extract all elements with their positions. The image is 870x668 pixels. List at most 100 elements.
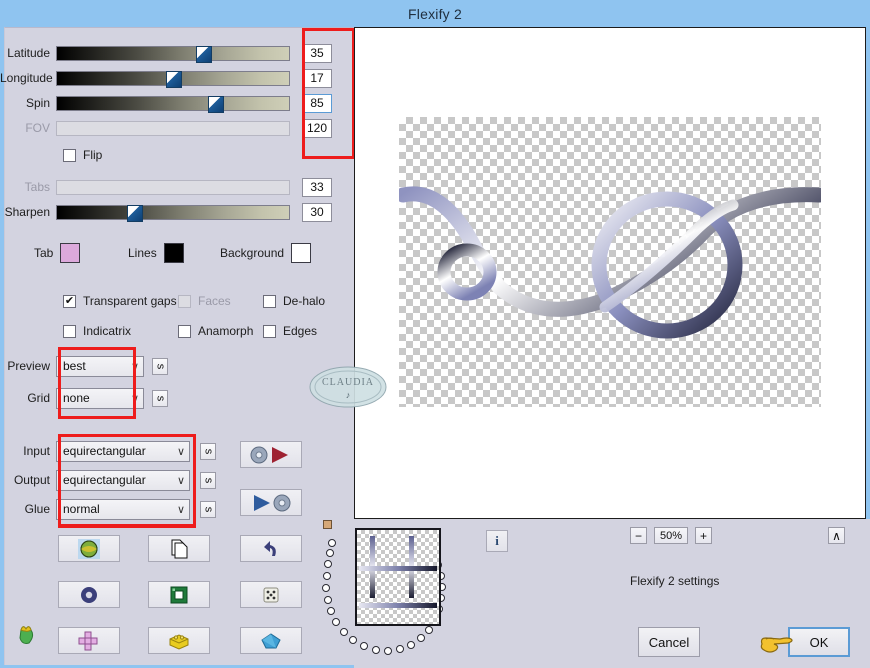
slider-value-sharpen[interactable]: 30 xyxy=(302,202,332,222)
input-s-button[interactable]: s xyxy=(200,442,216,460)
tool-brick-button[interactable] xyxy=(148,627,210,654)
checkbox-row-flip[interactable]: Flip xyxy=(63,148,102,162)
save-settings-button[interactable] xyxy=(240,489,302,516)
de-halo-label: De-halo xyxy=(283,294,326,308)
lines-color-swatch[interactable] xyxy=(163,243,184,263)
preview-select-value: best xyxy=(63,359,86,373)
tool-dice-button[interactable] xyxy=(240,581,302,608)
slider-value-longitude[interactable]: 17 xyxy=(302,68,332,88)
slider-value-spin[interactable]: 85 xyxy=(302,93,332,113)
glue-select-value: normal xyxy=(63,502,100,516)
background-color-swatch[interactable] xyxy=(291,243,312,263)
slider-track-longitude[interactable] xyxy=(56,70,290,88)
glue-select[interactable]: normal ∨ xyxy=(56,498,190,520)
input-select[interactable]: equirectangular ∨ xyxy=(56,440,190,462)
select-row-preview: Preview best ∨ s xyxy=(0,355,168,377)
preview-pane[interactable] xyxy=(354,27,866,519)
anamorph-checkbox[interactable] xyxy=(178,324,191,338)
watermark-text: CLAUDIA xyxy=(322,377,374,388)
checkbox-row-indicatrix[interactable]: Indicatrix xyxy=(63,324,131,338)
window-title: Flexify 2 xyxy=(408,5,462,22)
chevron-down-icon: ∨ xyxy=(176,474,185,487)
flame-icon[interactable] xyxy=(13,622,41,650)
checkbox-row-faces: Faces xyxy=(178,294,231,308)
slider-row-fov: FOV 120 xyxy=(0,118,350,138)
tool-frame-button[interactable] xyxy=(148,581,210,608)
slider-track-spin[interactable] xyxy=(56,95,290,113)
de-halo-checkbox[interactable] xyxy=(263,294,276,308)
output-select-label: Output xyxy=(13,473,50,487)
slider-value-fov[interactable]: 120 xyxy=(302,118,332,138)
globe-icon xyxy=(78,538,100,559)
glue-s-button[interactable]: s xyxy=(200,500,216,518)
slider-label-spin: Spin xyxy=(25,96,50,110)
claudia-watermark-icon: CLAUDIA ♪ xyxy=(309,366,387,408)
input-select-value: equirectangular xyxy=(63,444,146,458)
output-select[interactable]: equirectangular ∨ xyxy=(56,469,190,491)
disc-red-arrow-icon xyxy=(250,446,288,463)
zoom-level-value[interactable]: 50% xyxy=(654,527,688,544)
output-select-value: equirectangular xyxy=(63,473,146,487)
slider-thumb-sharpen[interactable] xyxy=(126,204,143,222)
grid-select[interactable]: none ∨ xyxy=(56,387,144,409)
flip-checkbox[interactable] xyxy=(63,148,76,162)
glue-select-label: Glue xyxy=(24,502,50,516)
chevron-down-icon: ∨ xyxy=(130,392,139,405)
cancel-button[interactable]: Cancel xyxy=(638,627,700,657)
preview-s-button[interactable]: s xyxy=(152,357,168,375)
load-settings-button[interactable] xyxy=(240,441,302,468)
slider-row-tabs: Tabs 33 xyxy=(0,177,350,197)
slider-track-fov xyxy=(56,120,290,136)
tool-cross-button[interactable] xyxy=(58,627,120,654)
preview-canvas[interactable] xyxy=(355,28,865,518)
slider-label-fov: FOV xyxy=(25,121,50,135)
thumbnail-preview[interactable] xyxy=(355,528,441,626)
tool-undo-button[interactable] xyxy=(240,535,302,562)
tool-ring-button[interactable] xyxy=(58,581,120,608)
input-select-label: Input xyxy=(23,444,50,458)
slider-track-sharpen[interactable] xyxy=(56,204,290,222)
slider-row-sharpen: Sharpen 30 xyxy=(0,202,350,222)
color-row-tab: Tab xyxy=(34,243,81,263)
frame-chip-icon xyxy=(170,586,188,603)
flip-label: Flip xyxy=(83,148,103,162)
edges-checkbox[interactable] xyxy=(263,324,276,338)
slider-track-latitude[interactable] xyxy=(56,45,290,63)
checkbox-row-anamorph[interactable]: Anamorph xyxy=(178,324,253,338)
flexify-window: Flexify 2 Latitude 35 Longitude 17 Spin … xyxy=(0,0,870,668)
slider-value-latitude[interactable]: 35 xyxy=(302,43,332,63)
grid-s-button[interactable]: s xyxy=(152,389,168,407)
zoom-in-button[interactable]: + xyxy=(695,527,712,544)
preview-select[interactable]: best ∨ xyxy=(56,355,144,377)
tab-color-swatch[interactable] xyxy=(60,243,81,263)
title-bar: Flexify 2 xyxy=(0,0,870,27)
slider-thumb-spin[interactable] xyxy=(207,95,224,113)
slider-thumb-longitude[interactable] xyxy=(166,70,183,88)
lines-color-label: Lines xyxy=(128,246,157,260)
svg-text:♪: ♪ xyxy=(346,390,351,400)
zoom-out-button[interactable]: − xyxy=(630,527,647,544)
checkbox-row-edges[interactable]: Edges xyxy=(263,324,317,338)
indicatrix-checkbox[interactable] xyxy=(63,324,76,338)
output-s-button[interactable]: s xyxy=(200,471,216,489)
ring-corner-handle[interactable] xyxy=(323,520,332,529)
info-button[interactable]: i xyxy=(486,530,508,552)
grid-select-label: Grid xyxy=(27,391,50,405)
tool-globe-button[interactable] xyxy=(58,535,120,562)
select-row-glue: Glue normal ∨ s xyxy=(0,498,216,520)
transparent-gaps-checkbox[interactable]: ✔ xyxy=(63,294,76,308)
preview-s-label: s xyxy=(154,363,167,369)
checkbox-row-transparent-gaps[interactable]: ✔ Transparent gaps xyxy=(63,294,177,308)
color-row-lines: Lines xyxy=(128,243,184,263)
slider-track-tabs xyxy=(56,179,290,195)
dice-icon xyxy=(263,587,279,602)
status-text: Flexify 2 settings xyxy=(630,574,720,588)
collapse-panel-button[interactable]: ∧ xyxy=(828,527,845,544)
slider-row-latitude: Latitude 35 xyxy=(0,43,350,63)
tool-copy-button[interactable] xyxy=(148,535,210,562)
slider-value-tabs[interactable]: 33 xyxy=(302,177,332,197)
slider-thumb-latitude[interactable] xyxy=(196,45,213,63)
tool-gem-button[interactable] xyxy=(240,627,302,654)
output-s-label: s xyxy=(202,477,215,483)
checkbox-row-de-halo[interactable]: De-halo xyxy=(263,294,325,308)
